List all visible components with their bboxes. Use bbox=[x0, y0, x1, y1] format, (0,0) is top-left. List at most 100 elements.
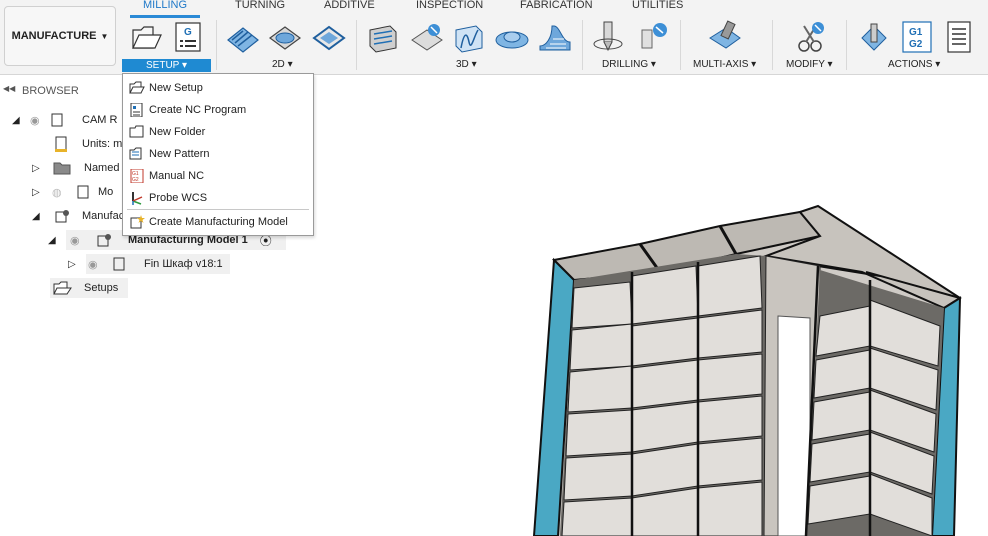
ribbon-separator bbox=[680, 20, 681, 70]
menu-item-create-manufacturing-model[interactable]: Create Manufacturing Model bbox=[123, 212, 313, 232]
setup-sheet-icon[interactable] bbox=[946, 21, 974, 53]
drilling-group-label: DRILLING bbox=[602, 59, 649, 70]
manual-nc-icon: G1G2 bbox=[130, 169, 144, 183]
2d-group-label: 2D bbox=[272, 59, 285, 70]
menu-item-new-setup[interactable]: New Setup bbox=[123, 78, 313, 98]
browser-title: BROWSER bbox=[22, 85, 79, 97]
3d-pocket-icon[interactable] bbox=[410, 22, 444, 54]
tree-item-manufacturing-models[interactable]: ◢ Manufac bbox=[32, 206, 124, 226]
tree-item-fin-cabinet[interactable]: ▷ ◉ Fin Шкаф v18:1 bbox=[68, 254, 223, 274]
chevron-down-icon: ▼ bbox=[100, 31, 109, 41]
menu-item-label: New Folder bbox=[149, 126, 206, 138]
menu-separator bbox=[127, 209, 309, 210]
setup-group-button[interactable]: SETUP ▾ bbox=[122, 59, 211, 72]
expand-triangle-icon[interactable]: ▷ bbox=[68, 259, 88, 270]
tab-turning[interactable]: TURNING bbox=[235, 0, 285, 11]
toolbar-ribbon: MANUFACTURE ▼ MILLING TURNING ADDITIVE I… bbox=[0, 0, 988, 75]
menu-item-label: New Setup bbox=[149, 82, 203, 94]
tab-milling[interactable]: MILLING bbox=[143, 0, 187, 11]
nc-program-icon bbox=[130, 103, 143, 117]
ribbon-separator bbox=[846, 20, 847, 70]
2d-contour-icon[interactable] bbox=[312, 22, 346, 54]
eye-icon[interactable]: ◉ bbox=[70, 234, 94, 247]
menu-item-label: Probe WCS bbox=[149, 192, 208, 204]
nc-program-icon[interactable]: G bbox=[174, 21, 202, 53]
pattern-icon bbox=[129, 147, 142, 160]
svg-text:G2: G2 bbox=[132, 177, 139, 183]
actions-group-button[interactable]: ACTIONS ▾ bbox=[888, 59, 940, 70]
setup-group-label: SETUP bbox=[146, 60, 180, 71]
multi-axis-icon[interactable] bbox=[706, 20, 744, 54]
ribbon-separator bbox=[356, 20, 357, 70]
2d-group-button[interactable]: 2D ▾ bbox=[272, 59, 293, 70]
modify-group-label: MODIFY bbox=[786, 59, 825, 70]
actions-group-label: ACTIONS bbox=[888, 59, 933, 70]
modify-group-button[interactable]: MODIFY ▾ bbox=[786, 59, 833, 70]
expand-triangle-icon[interactable]: ◢ bbox=[32, 211, 52, 222]
menu-item-manual-nc[interactable]: G1 G2 Manual NC bbox=[123, 166, 313, 186]
drilling-group-button[interactable]: DRILLING ▾ bbox=[602, 59, 656, 70]
drill-icon[interactable] bbox=[592, 20, 626, 54]
expand-triangle-icon[interactable]: ▷ bbox=[32, 163, 52, 174]
tree-item-cam-root[interactable]: ◢ ◉ CAM R bbox=[12, 110, 117, 130]
post-process-icon[interactable]: G1 G2 bbox=[902, 21, 932, 53]
ribbon-separator bbox=[216, 20, 217, 70]
simulate-icon[interactable] bbox=[858, 20, 890, 54]
ribbon-separator bbox=[582, 20, 583, 70]
cabinet-opening bbox=[777, 315, 811, 536]
menu-item-probe-wcs[interactable]: Probe WCS bbox=[123, 188, 313, 208]
menu-item-create-nc-program[interactable]: Create NC Program bbox=[123, 100, 313, 120]
3d-group-label: 3D bbox=[456, 59, 469, 70]
2d-adaptive-icon[interactable] bbox=[226, 22, 260, 54]
menu-item-label: Manual NC bbox=[149, 170, 205, 182]
expand-triangle-icon[interactable]: ◢ bbox=[48, 235, 70, 246]
multi-axis-group-button[interactable]: MULTI-AXIS ▾ bbox=[693, 59, 756, 70]
folder-icon bbox=[129, 125, 144, 138]
menu-item-label: Create Manufacturing Model bbox=[149, 216, 288, 228]
expand-triangle-icon[interactable]: ◢ bbox=[12, 115, 30, 126]
menu-item-label: New Pattern bbox=[149, 148, 210, 160]
tree-item-label: Fin Шкаф v18:1 bbox=[144, 258, 223, 270]
new-setup-icon[interactable] bbox=[131, 22, 163, 52]
3d-parallel-icon[interactable] bbox=[452, 22, 486, 54]
3d-scallop-icon[interactable] bbox=[494, 22, 530, 54]
tree-item-label: Setups bbox=[84, 282, 119, 294]
tree-item-setups[interactable]: Setups bbox=[52, 278, 118, 298]
tree-item-label: Manufac bbox=[82, 210, 125, 222]
workspace-label: MANUFACTURE bbox=[11, 30, 97, 42]
tree-item-units[interactable]: Units: m bbox=[52, 134, 122, 154]
eye-icon[interactable]: ◉ bbox=[88, 258, 110, 271]
menu-item-label: Create NC Program bbox=[149, 104, 247, 116]
model-viewport[interactable] bbox=[520, 196, 988, 536]
browser-header[interactable]: ◀◀ BROWSER bbox=[0, 82, 120, 100]
post-icon-text-bottom: G2 bbox=[909, 39, 923, 50]
component-icon bbox=[113, 257, 125, 271]
manufacturing-model-icon bbox=[130, 215, 145, 229]
setup-dropdown-menu: New Setup Create NC Program New Folder N… bbox=[122, 73, 314, 236]
tree-item-named-views[interactable]: ▷ Named V bbox=[32, 158, 130, 178]
3d-group-button[interactable]: 3D ▾ bbox=[456, 59, 477, 70]
document-icon bbox=[77, 185, 89, 199]
tab-fabrication[interactable]: FABRICATION bbox=[520, 0, 593, 11]
eye-icon[interactable]: ◉ bbox=[30, 114, 48, 127]
active-tab-indicator bbox=[130, 15, 200, 18]
hole-recognition-icon[interactable] bbox=[636, 20, 670, 54]
expand-triangle-icon[interactable]: ▷ bbox=[32, 187, 52, 198]
new-setup-icon bbox=[129, 81, 145, 94]
tab-inspection[interactable]: INSPECTION bbox=[416, 0, 483, 11]
tab-utilities[interactable]: UTILITIES bbox=[632, 0, 683, 11]
menu-item-new-folder[interactable]: New Folder bbox=[123, 122, 313, 142]
eye-hidden-icon[interactable]: ◍ bbox=[52, 186, 74, 199]
tab-additive[interactable]: ADDITIVE bbox=[324, 0, 375, 11]
workspace-switcher[interactable]: MANUFACTURE ▼ bbox=[4, 6, 116, 66]
collapse-left-icon[interactable]: ◀◀ bbox=[3, 84, 15, 93]
scissors-icon[interactable] bbox=[794, 20, 828, 54]
3d-contour-icon[interactable] bbox=[538, 22, 572, 54]
tree-item-label: Units: m bbox=[82, 138, 123, 150]
tree-item-models[interactable]: ▷ ◍ Mo bbox=[32, 182, 113, 202]
2d-pocket-icon[interactable] bbox=[268, 22, 302, 54]
3d-adaptive-icon[interactable] bbox=[366, 22, 400, 54]
tree-item-label: CAM R bbox=[82, 114, 118, 126]
menu-item-new-pattern[interactable]: New Pattern bbox=[123, 144, 313, 164]
tree-item-label: Mo bbox=[98, 186, 114, 198]
